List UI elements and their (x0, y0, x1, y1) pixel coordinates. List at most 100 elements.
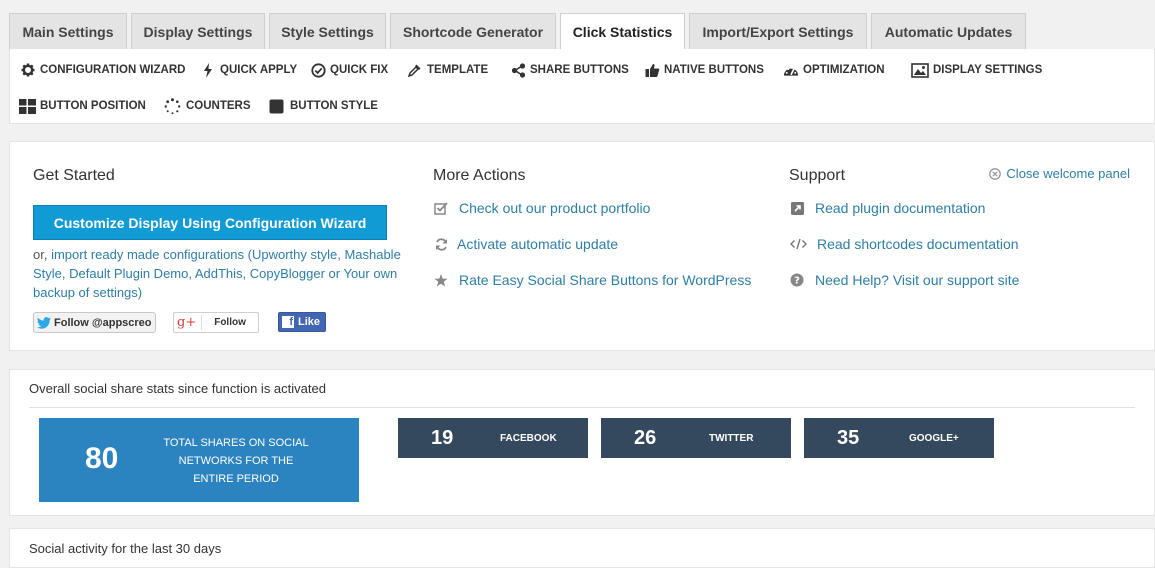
svg-text:?: ? (794, 276, 800, 287)
total-shares-box: 80 TOTAL SHARES ON SOCIAL NETWORKS FOR T… (39, 418, 359, 502)
activate-automatic-update-label: Activate automatic update (457, 236, 619, 252)
sub-navigation: CONFIGURATION WIZARD QUICK APPLY QUICK F… (9, 49, 1155, 124)
total-shares-label-line-1: TOTAL SHARES ON SOCIAL (163, 437, 309, 449)
more-actions-heading: More Actions (433, 167, 526, 184)
total-shares-value: 80 (85, 442, 119, 475)
googleplus-stat-value: 35 (837, 427, 860, 449)
question-circle-icon: ? (789, 273, 805, 287)
nav-display-settings[interactable]: DISPLAY SETTINGS (910, 62, 1042, 78)
total-shares-label: TOTAL SHARES ON SOCIAL NETWORKS FOR THE … (161, 434, 311, 488)
rate-plugin-label: Rate Easy Social Share Buttons for WordP… (459, 272, 752, 288)
total-shares-label-line-3: ENTIRE PERIOD (193, 473, 279, 485)
nav-native-buttons[interactable]: NATIVE BUTTONS (644, 62, 764, 78)
gplus-icon: g+ (177, 315, 203, 330)
nav-native-buttons-label: NATIVE BUTTONS (664, 64, 764, 76)
tab-style-settings[interactable]: Style Settings (269, 13, 386, 49)
facebook-like-button[interactable]: f Like (278, 312, 326, 332)
rate-plugin-link[interactable]: Rate Easy Social Share Buttons for WordP… (433, 272, 751, 288)
twitter-bird-icon (37, 316, 51, 329)
shortcodes-documentation-link[interactable]: Read shortcodes documentation (789, 236, 1019, 252)
nav-quick-apply[interactable]: QUICK APPLY (200, 62, 297, 78)
shortcodes-documentation-label: Read shortcodes documentation (817, 236, 1019, 252)
facebook-stat-box: 19 FACEBOOK (398, 418, 588, 458)
twitter-follow-label: Follow @appscreo (54, 316, 152, 329)
tab-click-statistics[interactable]: Click Statistics (560, 13, 685, 50)
support-heading: Support (789, 167, 846, 184)
support-site-link[interactable]: ? Need Help? Visit our support site (789, 272, 1019, 288)
nav-counters-label: COUNTERS (186, 100, 251, 112)
nav-quick-apply-label: QUICK APPLY (220, 64, 298, 76)
nav-quick-fix[interactable]: QUICK FIX (310, 62, 388, 78)
dashboard-icon (783, 62, 799, 78)
check-circle-icon (310, 62, 326, 78)
external-link-icon (789, 201, 805, 215)
image-icon (910, 62, 929, 78)
close-welcome-panel-label: Close welcome panel (1006, 166, 1130, 181)
square-icon (267, 98, 286, 114)
social-activity-panel: Social activity for the last 30 days (9, 528, 1155, 568)
get-started-heading: Get Started (33, 167, 115, 184)
nav-button-style[interactable]: BUTTON STYLE (267, 98, 378, 114)
googleplus-stat-label: GOOGLE+ (909, 433, 959, 444)
gplus-follow-button[interactable]: g+ Follow (173, 312, 259, 333)
share-icon (510, 62, 526, 78)
nav-button-style-label: BUTTON STYLE (290, 100, 378, 112)
twitter-stat-value: 26 (634, 427, 657, 449)
product-portfolio-label: Check out our product portfolio (459, 200, 651, 216)
nav-button-position[interactable]: BUTTON POSITION (18, 98, 146, 114)
nav-template-label: TEMPLATE (427, 64, 489, 76)
checkbox-icon (433, 201, 449, 215)
nav-display-settings-label: DISPLAY SETTINGS (933, 64, 1043, 76)
twitter-stat-box: 26 TWITTER (601, 418, 791, 458)
nav-share-buttons[interactable]: SHARE BUTTONS (510, 62, 629, 78)
facebook-stat-label: FACEBOOK (500, 433, 557, 444)
tab-main-settings[interactable]: Main Settings (9, 13, 127, 49)
activate-automatic-update-link[interactable]: Activate automatic update (433, 236, 618, 252)
product-portfolio-link[interactable]: Check out our product portfolio (433, 200, 650, 216)
spinner-icon (163, 97, 182, 114)
facebook-like-label: Like (298, 316, 321, 328)
tab-automatic-updates[interactable]: Automatic Updates (871, 13, 1026, 49)
configuration-wizard-button[interactable]: Customize Display Using Configuration Wi… (33, 205, 387, 240)
close-welcome-panel-link[interactable]: Close welcome panel (989, 166, 1130, 181)
refresh-icon (433, 237, 449, 251)
plugin-documentation-link[interactable]: Read plugin documentation (789, 200, 985, 216)
bolt-icon (200, 62, 216, 78)
gplus-follow-label: Follow (214, 317, 246, 328)
googleplus-stat-box: 35 GOOGLE+ (804, 418, 994, 458)
welcome-panel: Get Started Customize Display Using Conf… (9, 141, 1155, 351)
tab-shortcode-generator[interactable]: Shortcode Generator (390, 13, 556, 49)
twitter-follow-button[interactable]: Follow @appscreo (33, 312, 156, 333)
twitter-stat-label: TWITTER (709, 433, 754, 444)
plugin-documentation-label: Read plugin documentation (815, 200, 986, 216)
code-icon (789, 238, 807, 250)
facebook-icon: f (282, 316, 294, 328)
nav-template[interactable]: TEMPLATE (407, 62, 488, 78)
facebook-stat-value: 19 (431, 427, 454, 449)
eyedropper-icon (407, 62, 423, 78)
nav-configuration-wizard-label: CONFIGURATION WIZARD (40, 64, 186, 76)
support-site-label: Need Help? Visit our support site (815, 272, 1020, 288)
gear-icon (20, 62, 36, 78)
tab-import-export-settings[interactable]: Import/Export Settings (689, 13, 867, 49)
nav-quick-fix-label: QUICK FIX (330, 64, 389, 76)
nav-share-buttons-label: SHARE BUTTONS (530, 64, 629, 76)
nav-optimization[interactable]: OPTIMIZATION (783, 62, 885, 78)
tab-display-settings[interactable]: Display Settings (131, 13, 265, 49)
import-configurations-link[interactable]: import ready made configurations (Upwort… (33, 247, 401, 300)
share-stats-panel: Overall social share stats since functio… (9, 369, 1155, 516)
nav-configuration-wizard[interactable]: CONFIGURATION WIZARD (20, 62, 185, 78)
nav-optimization-label: OPTIMIZATION (803, 64, 885, 76)
divider (29, 407, 1135, 408)
thumbs-up-icon (644, 62, 660, 78)
close-circle-icon (989, 167, 1002, 180)
import-configurations-text: or, import ready made configurations (Up… (33, 245, 428, 302)
social-activity-title: Social activity for the last 30 days (29, 541, 222, 556)
total-shares-label-line-2: NETWORKS FOR THE (178, 455, 294, 467)
share-stats-title: Overall social share stats since functio… (29, 381, 326, 396)
nav-counters[interactable]: COUNTERS (163, 97, 251, 114)
or-prefix: or, (33, 247, 48, 262)
star-icon (433, 273, 449, 287)
grid-icon (18, 98, 36, 114)
nav-button-position-label: BUTTON POSITION (40, 100, 146, 112)
